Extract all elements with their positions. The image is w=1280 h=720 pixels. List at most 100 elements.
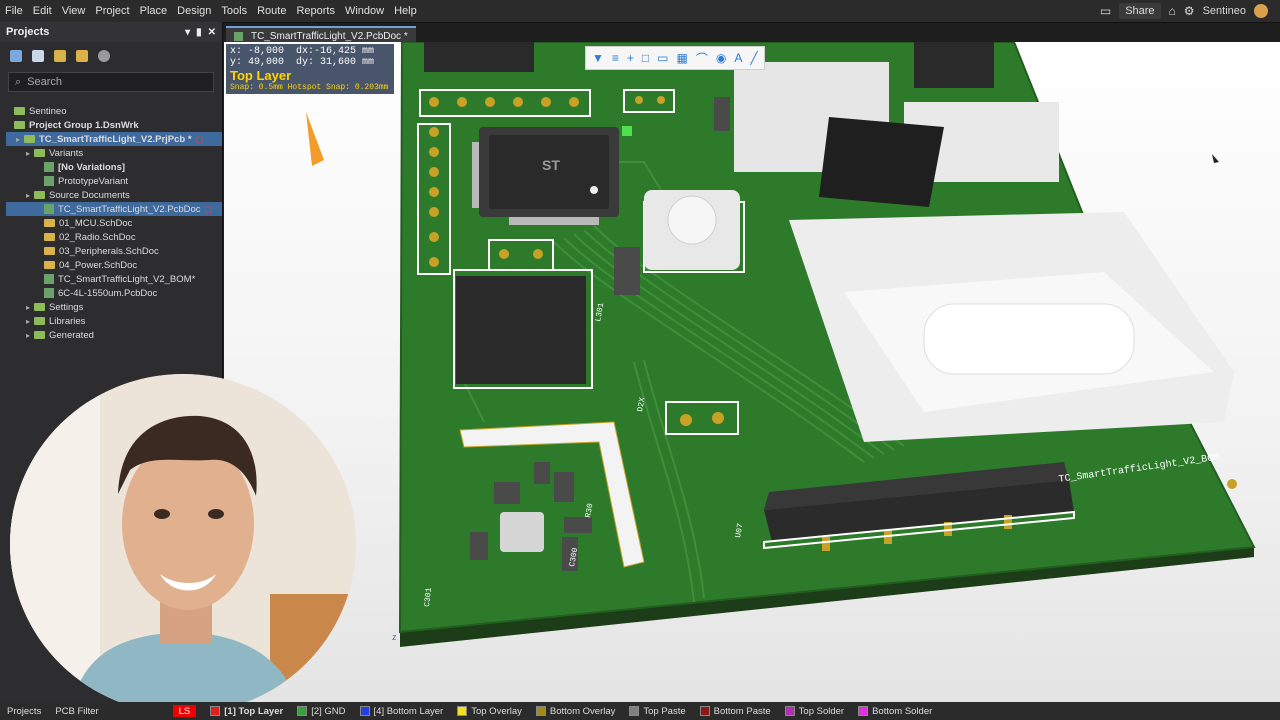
line-icon[interactable]: ╱ xyxy=(750,51,757,65)
workspace-icon xyxy=(14,107,25,115)
menu-icon[interactable]: ▾ xyxy=(185,27,190,38)
tree-item[interactable]: ▸ Libraries xyxy=(6,314,222,328)
expand-icon[interactable]: ▸ xyxy=(26,191,34,200)
layer-tab[interactable]: Top Paste xyxy=(622,706,692,717)
tree-item-label: TC_SmartTrafficLight_V2.PcbDoc xyxy=(58,203,201,215)
layer-color-swatch xyxy=(699,706,710,716)
user-name[interactable]: Sentineo xyxy=(1203,5,1246,17)
avatar[interactable] xyxy=(1254,4,1268,18)
notifications-icon[interactable]: ▭ xyxy=(1100,4,1111,18)
tree-item[interactable]: [No Variations] xyxy=(6,160,222,174)
expand-icon[interactable]: ▸ xyxy=(16,135,24,144)
project-tree: Sentineo Project Group 1.DsnWrk ▸ TC_SmartT… xyxy=(0,100,222,342)
close-icon[interactable]: ✕ xyxy=(208,27,216,38)
tree-item[interactable]: 02_Radio.SchDoc xyxy=(6,230,222,244)
tree-item[interactable]: 03_Peripherals.SchDoc xyxy=(6,244,222,258)
place-icon[interactable]: ◉ xyxy=(716,51,726,65)
pcb-3d-render: ST TC_SmartTrafficLight_V2_BOM C301 C300… xyxy=(306,42,1256,647)
layer-color-swatch xyxy=(359,706,370,716)
menu-tools[interactable]: Tools xyxy=(216,5,252,17)
layer-tab[interactable]: [2] GND xyxy=(290,706,352,717)
expand-icon[interactable]: ▸ xyxy=(26,317,34,326)
tree-item[interactable]: Project Group 1.DsnWrk xyxy=(6,118,222,132)
pcb-3d-viewport[interactable]: ST TC_SmartTrafficLight_V2_BOM C301 C300… xyxy=(224,42,1280,702)
folder-icon xyxy=(34,191,45,199)
projects-tab-label: Projects xyxy=(7,705,42,717)
sch-icon xyxy=(44,233,55,241)
tree-item[interactable]: ▸ Generated xyxy=(6,328,222,342)
tree-item[interactable]: TC_SmartTrafficLight_V2.PcbDoc ◻ xyxy=(6,202,222,216)
layer-color-swatch xyxy=(858,706,869,716)
layer-label: [1] Top Layer xyxy=(224,705,284,717)
select-rect-icon[interactable]: □ xyxy=(642,51,649,65)
layer-tab[interactable]: Top Overlay xyxy=(450,706,529,717)
tree-item[interactable]: ▸ Variants xyxy=(6,146,222,160)
expand-icon[interactable]: ▸ xyxy=(26,149,34,158)
expand-icon[interactable]: ▸ xyxy=(26,303,34,312)
text-icon[interactable]: A xyxy=(734,51,742,65)
share-label: Share xyxy=(1125,5,1155,17)
modified-icon: ◻ xyxy=(195,133,204,144)
save-icon[interactable] xyxy=(10,50,22,62)
tree-item[interactable]: ▸ Settings xyxy=(6,300,222,314)
expand-icon[interactable]: ▸ xyxy=(26,331,34,340)
search-input[interactable]: ⌕ Search xyxy=(8,72,214,92)
tree-item[interactable]: ▸ Source Documents xyxy=(6,188,222,202)
menu-place[interactable]: Place xyxy=(135,5,173,17)
tree-item[interactable]: PrototypeVariant xyxy=(6,174,222,188)
tree-item[interactable]: 6C-4L-1550um.PcbDoc xyxy=(6,286,222,300)
layer-tab[interactable]: [4] Bottom Layer xyxy=(353,706,451,717)
tree-item[interactable]: Sentineo xyxy=(6,104,222,118)
menu-design[interactable]: Design xyxy=(172,5,216,17)
menu-file[interactable]: File xyxy=(0,5,28,17)
tree-item-label: 6C-4L-1550um.PcbDoc xyxy=(58,287,158,299)
menu-reports[interactable]: Reports xyxy=(291,5,340,17)
align-icon[interactable]: ▭ xyxy=(657,51,668,65)
save-all-icon[interactable] xyxy=(32,50,44,62)
tree-item[interactable]: ▸ TC_SmartTrafficLight_V2.PrjPcb * ◻ xyxy=(6,132,222,146)
tree-item-label: Source Documents xyxy=(49,189,130,201)
layer-tab[interactable]: [1] Top Layer xyxy=(203,706,290,717)
menu-project[interactable]: Project xyxy=(90,5,134,17)
crosshair-icon[interactable]: + xyxy=(627,51,634,65)
tree-item-label: Generated xyxy=(49,329,94,341)
layer-set-button[interactable]: LS xyxy=(166,705,204,717)
layer-label: Bottom Solder xyxy=(872,705,933,717)
layer-tab[interactable]: Bottom Paste xyxy=(693,706,778,717)
doc-icon xyxy=(44,162,54,172)
menu-help[interactable]: Help xyxy=(389,5,422,17)
layer-label: [4] Bottom Layer xyxy=(373,705,444,717)
tree-item[interactable]: 04_Power.SchDoc xyxy=(6,258,222,272)
filter-icon[interactable]: ▼ xyxy=(592,51,604,65)
layer-label: Bottom Overlay xyxy=(549,705,616,717)
tree-item[interactable]: 01_MCU.SchDoc xyxy=(6,216,222,230)
presenter-video xyxy=(10,374,356,714)
menu-view[interactable]: View xyxy=(57,5,91,17)
component-icon[interactable]: ▦ xyxy=(677,51,688,65)
layer-tab[interactable]: Bottom Solder xyxy=(851,706,939,717)
tree-item-label: PrototypeVariant xyxy=(58,175,129,187)
menu-edit[interactable]: Edit xyxy=(28,5,57,17)
pin-icon[interactable]: ▮ xyxy=(196,27,202,38)
layer-tab[interactable]: Top Solder xyxy=(778,706,851,717)
menu-window[interactable]: Window xyxy=(340,5,389,17)
settings-icon[interactable] xyxy=(98,50,110,62)
menu-route[interactable]: Route xyxy=(252,5,291,17)
layer-tab[interactable]: Bottom Overlay xyxy=(529,706,622,717)
tree-item[interactable]: TC_SmartTrafficLight_V2_BOM* xyxy=(6,272,222,286)
gear-icon[interactable]: ⚙ xyxy=(1184,4,1195,18)
tree-item-label: TC_SmartTrafficLight_V2_BOM* xyxy=(58,273,196,285)
folder-icon[interactable] xyxy=(76,50,88,62)
home-icon[interactable]: ⌂ xyxy=(1169,4,1176,18)
menubar-right: ▭ Share ⌂ ⚙ Sentineo xyxy=(1100,3,1280,19)
share-button[interactable]: Share xyxy=(1119,3,1161,19)
tree-item-label: 02_Radio.SchDoc xyxy=(59,231,136,243)
route-icon[interactable]: ≡ xyxy=(612,51,619,65)
folder-icon xyxy=(34,149,45,157)
wire-icon[interactable]: ⌒ xyxy=(696,50,708,67)
open-folder-icon[interactable] xyxy=(54,50,66,62)
tab-projects[interactable]: Projects xyxy=(0,706,48,717)
layer-tabs: [1] Top Layer [2] GND [4] Bottom Layer Top … xyxy=(203,706,939,717)
panel-header: Projects ▾ ▮ ✕ xyxy=(0,22,222,42)
tab-pcb-filter[interactable]: PCB Filter xyxy=(48,706,105,717)
